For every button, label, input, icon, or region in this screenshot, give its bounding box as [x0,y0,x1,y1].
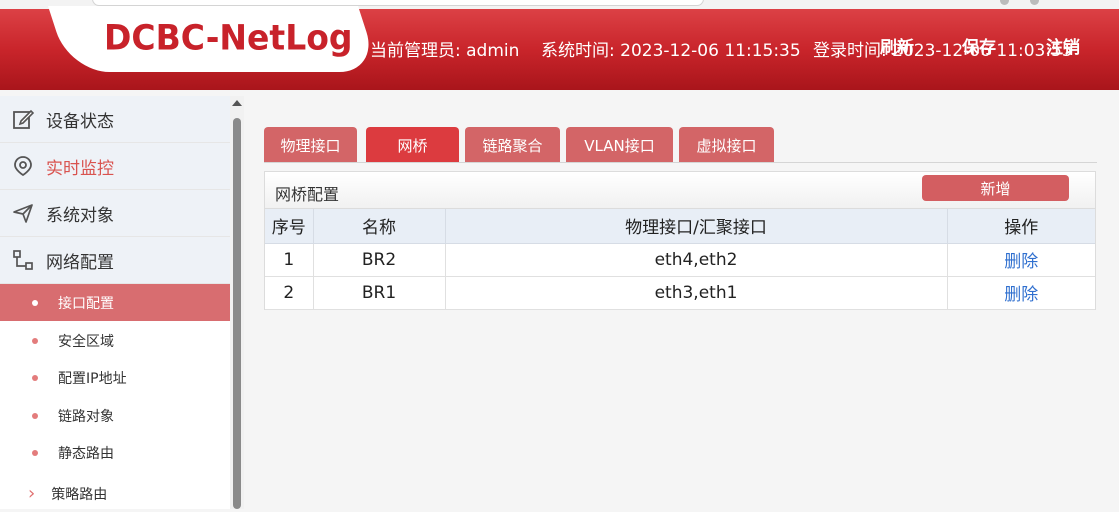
circle-icon [1000,0,1009,5]
delete-link[interactable]: 删除 [1004,252,1038,272]
refresh-button[interactable]: 刷新 [880,33,914,58]
bridge-config-panel: 网桥配置 新增 序号 名称 物理接口/汇聚接口 操作 1 BR2 eth4,et… [264,171,1096,310]
bridge-table: 序号 名称 物理接口/汇聚接口 操作 1 BR2 eth4,eth2 删除 2 … [265,209,1095,310]
network-icon [0,249,46,271]
sidebar-item-realtime-monitor[interactable]: 实时监控 [0,143,230,190]
cell-action: 删除 [947,276,1095,310]
panel-header: 网桥配置 新增 [265,172,1095,209]
column-header-interfaces[interactable]: 物理接口/汇聚接口 [445,209,948,244]
scrollbar-thumb[interactable] [233,118,241,509]
cell-index: 2 [265,276,314,310]
send-icon [0,202,46,224]
sidebar-subitem-ip-address[interactable]: 配置IP地址 [0,359,230,396]
column-header-name[interactable]: 名称 [313,209,446,244]
sidebar-item-system-objects[interactable]: 系统对象 [0,190,230,237]
bullet-icon [32,337,38,344]
location-icon [0,155,46,177]
system-time: 系统时间: 2023-12-06 11:15:35 [541,41,801,61]
tab-vlan-interface[interactable]: VLAN接口 [566,127,673,163]
bullet-icon [32,412,38,419]
column-header-index[interactable]: 序号 [265,209,314,244]
logo: DCBC-NetLog [104,17,353,58]
table-row: 1 BR2 eth4,eth2 删除 [265,243,1095,277]
admin-label: 当前管理员: admin [370,41,520,61]
edit-icon [0,108,46,130]
cell-interfaces: eth4,eth2 [445,243,948,277]
sidebar-subitem-interface-config[interactable]: 接口配置 [0,284,230,321]
circle-icon [1030,0,1039,5]
sidebar: 设备状态 实时监控 系统对象 网络配置 接口配置 安全区域 配置IP地址 链路对… [0,96,230,509]
app-header: DCBC-NetLog 当前管理员: admin 系统时间: 2023-12-0… [0,0,1119,90]
add-button[interactable]: 新增 [922,175,1069,201]
sidebar-subitem-label: 安全区域 [58,333,114,350]
sidebar-item-label: 系统对象 [46,205,114,226]
cell-name: BR2 [313,243,446,277]
tab-bridge[interactable]: 网桥 [366,127,459,163]
bullet-icon [32,299,38,306]
delete-link[interactable]: 删除 [1004,285,1038,305]
sidebar-subitem-label: 配置IP地址 [58,370,127,387]
sidebar-subitem-label: 接口配置 [58,295,114,312]
sidebar-subitem-label: 链路对象 [58,408,114,425]
login-time: 登录时间: 2023-12-06 11:03:55 [813,41,1073,61]
cell-interfaces: eth3,eth1 [445,276,948,310]
tab-physical-interface[interactable]: 物理接口 [264,127,357,163]
sidebar-subitem-link-objects[interactable]: 链路对象 [0,397,230,434]
cell-index: 1 [265,243,314,277]
table-header-row: 序号 名称 物理接口/汇聚接口 操作 [265,209,1095,244]
save-button[interactable]: 保存 [962,33,996,58]
cell-action: 删除 [947,243,1095,277]
cell-name: BR1 [313,276,446,310]
sidebar-item-label: 实时监控 [46,158,114,179]
bullet-icon [32,449,38,456]
sidebar-item-label: 设备状态 [46,111,114,132]
tab-link-aggregation[interactable]: 链路聚合 [465,127,560,163]
tab-virtual-interface[interactable]: 虚拟接口 [679,127,774,163]
sidebar-subitem-label: 策略路由 [51,486,108,503]
scroll-up-icon[interactable] [232,100,242,106]
sidebar-item-device-status[interactable]: 设备状态 [0,96,230,143]
sidebar-subitem-security-zone[interactable]: 安全区域 [0,322,230,359]
sidebar-item-label: 网络配置 [46,252,114,273]
sidebar-subitem-policy-route[interactable]: › 策略路由 [0,475,230,512]
logout-button[interactable]: 注销 [1046,33,1080,58]
sidebar-subitem-static-route[interactable]: 静态路由 [0,434,230,471]
column-header-action[interactable]: 操作 [947,209,1095,244]
sidebar-subitem-label: 静态路由 [58,445,114,462]
bullet-icon [32,374,38,381]
tab-divider [264,162,1097,163]
panel-title: 网桥配置 [275,185,340,204]
sidebar-item-network-config[interactable]: 网络配置 [0,237,230,284]
table-row: 2 BR1 eth3,eth1 删除 [265,276,1095,310]
chevron-right-icon: › [28,483,36,504]
